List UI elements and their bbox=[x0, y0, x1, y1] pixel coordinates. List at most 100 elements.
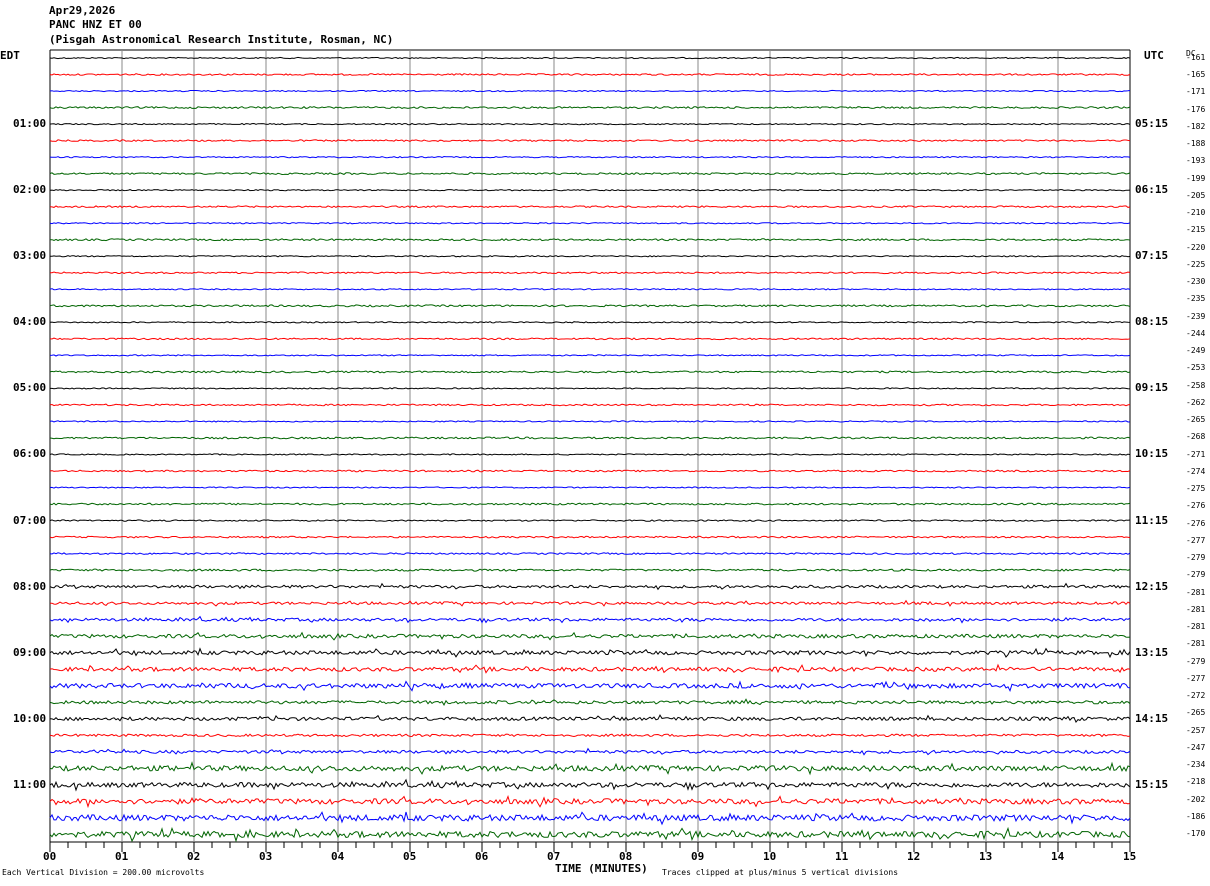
dc-offset-label: -281 bbox=[1186, 622, 1206, 632]
trace-12 bbox=[49, 255, 1131, 258]
trace-32 bbox=[49, 582, 1131, 591]
dc-offset-label: -262 bbox=[1186, 397, 1206, 407]
trace-15 bbox=[49, 304, 1131, 308]
trace-1 bbox=[49, 73, 1131, 76]
dc-offset-label: -276 bbox=[1186, 518, 1206, 528]
trace-22 bbox=[49, 420, 1131, 423]
dc-offset-label: -265 bbox=[1186, 708, 1206, 718]
trace-4 bbox=[49, 122, 1131, 126]
x-tick-label: 13 bbox=[979, 850, 993, 863]
trace-0 bbox=[49, 56, 1131, 60]
edt-hour-label: 03:00 bbox=[13, 249, 47, 263]
dc-offset-label: -235 bbox=[1186, 294, 1206, 304]
dc-offset-label: -257 bbox=[1186, 725, 1206, 735]
dc-offset-label: -268 bbox=[1186, 432, 1206, 442]
edt-hour-label: 02:00 bbox=[13, 183, 47, 197]
x-tick-label: 11 bbox=[835, 850, 849, 863]
dc-offset-label: -182 bbox=[1186, 121, 1206, 131]
dc-offset-label: -230 bbox=[1186, 277, 1206, 287]
trace-9 bbox=[49, 205, 1131, 209]
trace-36 bbox=[49, 647, 1131, 659]
trace-10 bbox=[49, 222, 1131, 225]
x-tick-label: 02 bbox=[187, 850, 201, 863]
x-tick-label: 01 bbox=[115, 850, 129, 863]
dc-offset-label: -281 bbox=[1186, 587, 1206, 597]
trace-34 bbox=[49, 615, 1131, 624]
utc-hour-label: 10:15 bbox=[1135, 447, 1169, 461]
seismogram-plot bbox=[49, 49, 1131, 852]
dc-offset-label: -193 bbox=[1186, 156, 1206, 166]
trace-16 bbox=[49, 321, 1131, 324]
x-tick-label: 04 bbox=[331, 850, 345, 863]
trace-23 bbox=[49, 436, 1131, 440]
trace-28 bbox=[49, 519, 1131, 522]
utc-hour-label: 09:15 bbox=[1135, 381, 1169, 395]
trace-43 bbox=[49, 761, 1131, 776]
edt-hour-label: 08:00 bbox=[13, 579, 47, 593]
x-tick-label: 15 bbox=[1123, 850, 1137, 863]
dc-offset-label: -220 bbox=[1186, 242, 1206, 252]
dc-offset-label: -244 bbox=[1186, 328, 1206, 338]
dc-offset-label: -281 bbox=[1186, 639, 1206, 649]
trace-13 bbox=[49, 271, 1131, 275]
edt-hour-label: 06:00 bbox=[13, 447, 47, 461]
dc-offset-label: -188 bbox=[1186, 139, 1206, 149]
trace-39 bbox=[49, 698, 1131, 706]
trace-35 bbox=[49, 631, 1131, 641]
dc-offset-label: -249 bbox=[1186, 346, 1206, 356]
dc-offset-label: -225 bbox=[1186, 259, 1206, 269]
dc-offset-label: -202 bbox=[1186, 794, 1206, 804]
dc-offset-label: -265 bbox=[1186, 415, 1206, 425]
utc-hour-label: 14:15 bbox=[1135, 711, 1169, 725]
dc-offset-label: -271 bbox=[1186, 449, 1206, 459]
trace-6 bbox=[49, 155, 1131, 159]
x-tick-label: 06 bbox=[475, 850, 489, 863]
trace-40 bbox=[49, 714, 1131, 724]
x-axis-label: TIME (MINUTES) bbox=[555, 862, 648, 875]
trace-5 bbox=[49, 139, 1131, 143]
dc-offset-label: -170 bbox=[1186, 829, 1206, 838]
edt-hour-label: 11:00 bbox=[13, 777, 47, 791]
dc-offset-label: -281 bbox=[1186, 604, 1206, 614]
dc-offset-label: -253 bbox=[1186, 363, 1206, 373]
trace-26 bbox=[49, 486, 1131, 489]
trace-31 bbox=[49, 568, 1131, 572]
edt-hour-label: 05:00 bbox=[13, 381, 47, 395]
clip-note: Traces clipped at plus/minus 5 vertical … bbox=[662, 868, 899, 877]
trace-2 bbox=[49, 89, 1131, 93]
dc-offset-label: -279 bbox=[1186, 656, 1206, 666]
trace-37 bbox=[49, 663, 1131, 674]
utc-hour-label: 06:15 bbox=[1135, 183, 1169, 197]
dc-offset-label: -218 bbox=[1186, 777, 1206, 787]
trace-27 bbox=[49, 502, 1131, 506]
utc-hour-label: 12:15 bbox=[1135, 579, 1169, 593]
dc-offset-label: -276 bbox=[1186, 501, 1206, 511]
trace-29 bbox=[49, 535, 1131, 539]
dc-offset-label: -279 bbox=[1186, 553, 1206, 563]
x-tick-label: 10 bbox=[763, 850, 777, 863]
dc-offset-label: -199 bbox=[1186, 173, 1206, 183]
trace-44 bbox=[49, 778, 1131, 792]
trace-21 bbox=[49, 403, 1131, 407]
trace-3 bbox=[49, 106, 1131, 110]
edt-hour-label: 01:00 bbox=[13, 117, 47, 131]
trace-24 bbox=[49, 453, 1131, 456]
trace-8 bbox=[49, 189, 1131, 192]
dc-offset-label: -277 bbox=[1186, 535, 1206, 545]
edt-hour-label: 07:00 bbox=[13, 513, 47, 527]
trace-45 bbox=[49, 794, 1131, 809]
dc-offset-label: -277 bbox=[1186, 673, 1206, 683]
x-tick-label: 03 bbox=[259, 850, 273, 863]
dc-offset-label: -234 bbox=[1186, 760, 1206, 770]
edt-hour-label: 04:00 bbox=[13, 315, 47, 329]
trace-33 bbox=[50, 599, 1131, 607]
dc-offset-label: -279 bbox=[1186, 570, 1206, 580]
trace-20 bbox=[50, 387, 1131, 390]
dc-offset-label: -186 bbox=[1186, 811, 1206, 821]
edt-hour-label: 10:00 bbox=[13, 711, 47, 725]
dc-offset-label: -239 bbox=[1186, 311, 1206, 321]
dc-offset-label: -215 bbox=[1186, 225, 1206, 235]
trace-17 bbox=[49, 337, 1131, 341]
trace-11 bbox=[50, 238, 1131, 242]
x-tick-label: 09 bbox=[691, 850, 705, 863]
